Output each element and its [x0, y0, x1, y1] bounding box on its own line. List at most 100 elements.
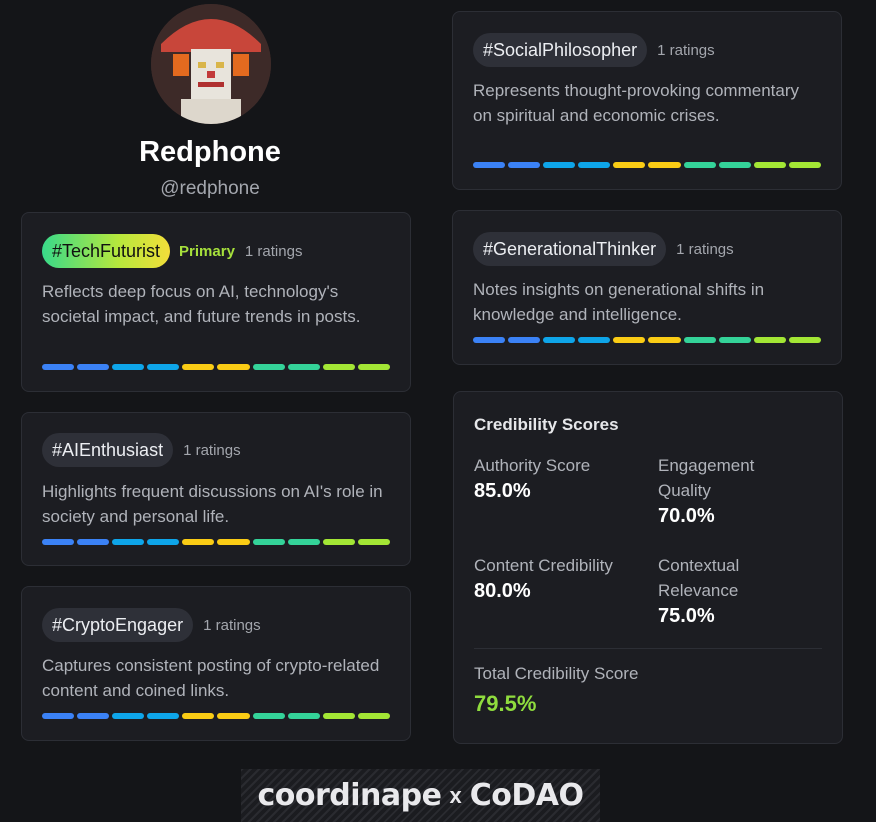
- rating-bar-segment: [182, 539, 215, 545]
- content-credibility: Content Credibility 80.0%: [474, 553, 644, 605]
- tag-pill[interactable]: #SocialPhilosopher: [473, 33, 648, 67]
- ratings-count: 1 ratings: [183, 441, 241, 459]
- tag-description: Notes insights on generational shifts in…: [473, 280, 765, 324]
- rating-bar-segment: [508, 337, 541, 343]
- rating-bar-segment: [287, 539, 320, 545]
- contextual-relevance: Contextual Relevance 75.0%: [658, 553, 788, 630]
- rating-bar-segment: [112, 539, 145, 545]
- ratings-count: 1 ratings: [203, 616, 261, 634]
- ratings-count: 1 ratings: [244, 242, 303, 260]
- metric-label: Engagement Quality: [658, 456, 755, 500]
- rating-bar-segment: [578, 337, 611, 343]
- rating-bar-segment: [613, 162, 646, 168]
- rating-bar-segment: [217, 713, 250, 719]
- tag-description: Highlights frequent discussions on AI's …: [42, 482, 383, 526]
- profile-name: Redphone: [139, 136, 281, 168]
- footer-branding: coordinape x CoDAO: [241, 769, 600, 822]
- tag-card-techfuturist: #TechFuturist Primary 1 ratings Reflects…: [21, 212, 411, 392]
- coordinape-logo: coordinape: [257, 778, 442, 813]
- rating-bar-segment: [42, 364, 75, 370]
- credibility-title: Credibility Scores: [474, 415, 619, 434]
- rating-bar-segment: [753, 162, 786, 168]
- metric-label: Contextual Relevance: [658, 556, 740, 600]
- rating-bar-segment: [147, 539, 180, 545]
- rating-bar-segment: [357, 539, 390, 545]
- footer-separator: x: [449, 782, 462, 808]
- tag-card-cryptoengager: #CryptoEngager 1 ratings Captures consis…: [21, 586, 411, 741]
- rating-bar-segment: [683, 337, 716, 343]
- profile-handle: @redphone: [160, 178, 260, 199]
- metric-label: Authority Score: [474, 456, 591, 475]
- rating-bar-segment: [613, 337, 646, 343]
- rating-bar-segment: [252, 713, 285, 719]
- ratings-count: 1 ratings: [676, 240, 734, 258]
- ratings-count: 1 ratings: [657, 41, 715, 59]
- tag-pill[interactable]: #GenerationalThinker: [473, 232, 667, 266]
- metric-value: 75.0%: [658, 605, 715, 627]
- rating-bar-segment: [287, 713, 320, 719]
- codao-logo: CoDAO: [469, 778, 584, 813]
- rating-bar-segment: [42, 539, 75, 545]
- rating-bar-segment: [648, 337, 681, 343]
- metric-value: 85.0%: [474, 480, 531, 502]
- rating-bar-segment: [112, 364, 145, 370]
- rating-bar-segment: [578, 162, 611, 168]
- engagement-quality: Engagement Quality 70.0%: [658, 453, 798, 530]
- rating-bar-segment: [357, 364, 390, 370]
- rating-bar-segment: [753, 337, 786, 343]
- clown-avatar-icon: [151, 4, 271, 124]
- rating-bar-segment: [252, 539, 285, 545]
- rating-bar-segment: [788, 162, 821, 168]
- avatar[interactable]: [151, 4, 271, 124]
- metric-value: 80.0%: [474, 580, 531, 602]
- rating-bar: [42, 364, 390, 370]
- credibility-scores-card: Credibility Scores Authority Score 85.0%…: [453, 391, 843, 744]
- rating-bar-segment: [42, 713, 75, 719]
- rating-bar-segment: [182, 713, 215, 719]
- rating-bar-segment: [252, 364, 285, 370]
- rating-bar-segment: [648, 162, 681, 168]
- rating-bar: [473, 162, 821, 168]
- rating-bar: [42, 539, 390, 545]
- divider: [474, 648, 822, 649]
- total-score-label: Total Credibility Score: [474, 664, 639, 683]
- rating-bar: [473, 337, 821, 343]
- rating-bar-segment: [77, 539, 110, 545]
- rating-bar-segment: [683, 162, 716, 168]
- rating-bar-segment: [182, 364, 215, 370]
- rating-bar-segment: [718, 337, 751, 343]
- tag-pill[interactable]: #AIEnthusiast: [42, 433, 174, 467]
- rating-bar-segment: [77, 713, 110, 719]
- tag-card-aienthusiast: #AIEnthusiast 1 ratings Highlights frequ…: [21, 412, 411, 566]
- rating-bar-segment: [543, 162, 576, 168]
- rating-bar-segment: [217, 539, 250, 545]
- rating-bar: [42, 713, 390, 719]
- tag-card-socialphilosopher: #SocialPhilosopher 1 ratings Represents …: [452, 11, 842, 190]
- tag-pill[interactable]: #CryptoEngager: [42, 608, 194, 642]
- authority-score: Authority Score 85.0%: [474, 453, 644, 505]
- rating-bar-segment: [473, 162, 506, 168]
- rating-bar-segment: [718, 162, 751, 168]
- rating-bar-segment: [287, 364, 320, 370]
- metric-label: Content Credibility: [474, 556, 613, 575]
- total-score-value: 79.5%: [474, 691, 537, 716]
- rating-bar-segment: [508, 162, 541, 168]
- rating-bar-segment: [322, 713, 355, 719]
- rating-bar-segment: [322, 539, 355, 545]
- tag-pill[interactable]: #TechFuturist: [42, 234, 171, 268]
- rating-bar-segment: [357, 713, 390, 719]
- rating-bar-segment: [322, 364, 355, 370]
- rating-bar-segment: [147, 713, 180, 719]
- tag-card-generationalthinker: #GenerationalThinker 1 ratings Notes ins…: [452, 210, 842, 365]
- rating-bar-segment: [112, 713, 145, 719]
- metric-value: 70.0%: [658, 505, 715, 527]
- tag-description: Represents thought-provoking commentary …: [473, 81, 799, 125]
- profile-header: Redphone @redphone: [95, 0, 325, 222]
- tag-description: Reflects deep focus on AI, technology's …: [42, 282, 361, 326]
- rating-bar-segment: [147, 364, 180, 370]
- rating-bar-segment: [77, 364, 110, 370]
- rating-bar-segment: [788, 337, 821, 343]
- rating-bar-segment: [543, 337, 576, 343]
- tag-description: Captures consistent posting of crypto-re…: [42, 656, 380, 700]
- rating-bar-segment: [473, 337, 506, 343]
